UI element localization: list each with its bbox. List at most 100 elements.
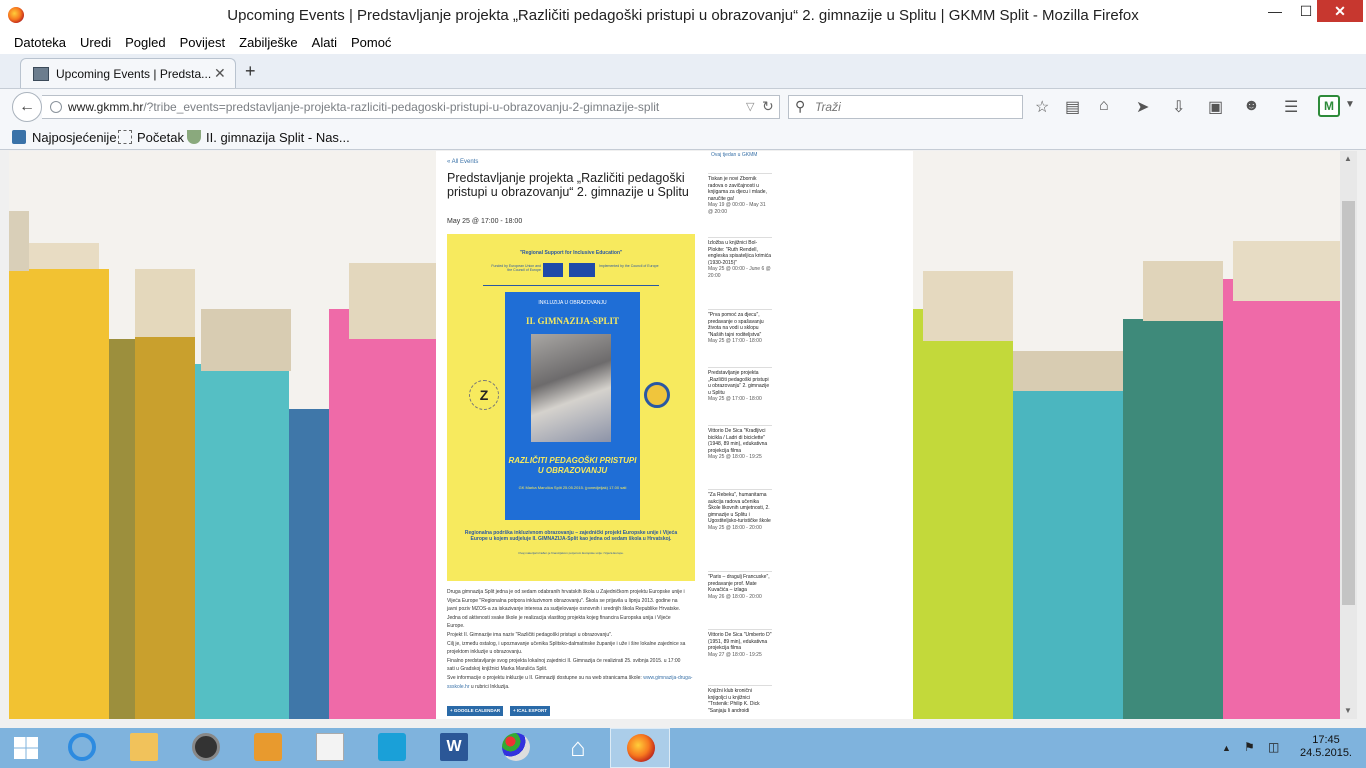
chat-icon[interactable]: ☻ [1243,97,1260,115]
sidebar-event[interactable]: Tiskan je novi Zbornik radova o zavičajn… [708,173,772,215]
poster-blue-panel: INKLUZIJA U OBRAZOVANJU II. GIMNAZIJA-SP… [505,292,640,520]
poster-fine-print: Ovaj materijal izrađen je financijskom p… [518,551,624,555]
bookmarks-toolbar: Najposjećenije Početak II. gimnazija Spl… [0,124,1366,150]
chevron-down-icon[interactable]: ▼ [1345,99,1355,110]
event-title: Predstavljanje projekta „Različiti pedag… [447,171,689,199]
search-bar[interactable]: ⚲ Traži [788,95,1023,119]
sidebar-event[interactable]: Knjižni klub kronični knjigoljci u knjiž… [708,685,772,714]
sidebar-event-title: "Za Rebeku", humanitarna aukcija radova … [708,492,771,524]
menu-bar: Datoteka Uredi Pogled Povijest Zabilješke Ala… [0,30,1366,54]
folder-icon[interactable]: ▣ [1208,97,1223,117]
tray-expand-icon[interactable]: ▲ [1222,743,1231,753]
download-icon[interactable]: ⇩ [1172,97,1185,117]
home-icon[interactable]: ⌂ [1099,97,1109,115]
addon-shield-icon[interactable]: M [1318,95,1340,117]
bookmark-gimnazija[interactable]: II. gimnazija Split - Nas... [206,130,350,145]
sidebar-event-date: May 25 @ 00:00 - June 6 @ 20:00 [708,266,771,279]
url-path: /?tribe_events=predstavljanje-projekta-r… [143,100,660,114]
menu-pogled[interactable]: Pogled [125,30,165,50]
body-line: projektom inkluzije u obrazovanju. [447,649,523,656]
internet-explorer-icon [68,733,96,761]
clock-date: 24.5.2015. [1300,747,1352,759]
body-line-last: Sve informacije o projektu inkluzije u I… [447,674,695,691]
taskbar-word[interactable]: W [424,728,484,768]
scroll-down-icon[interactable]: ▼ [1344,706,1352,715]
navigation-bar: ← www.gkmm.hr/?tribe_events=predstavljan… [0,88,1366,124]
taskbar-home[interactable]: ⌂ [548,728,608,768]
scroll-up-icon[interactable]: ▲ [1344,154,1352,163]
poster-inclusion-label: INKLUZIJA U OBRAZOVANJU [538,300,607,306]
taskbar-notes[interactable] [238,728,298,768]
taskbar-pdf[interactable] [300,728,360,768]
new-tab-button[interactable]: + [245,61,256,82]
body-line: Finalno predstavljanje svog projekta lok… [447,657,681,664]
taskbar-clock[interactable]: 17:45 24.5.2015. [1296,734,1356,760]
back-button[interactable]: ← [12,92,42,122]
tab-upcoming-events[interactable]: Upcoming Events | Predsta... ✕ [20,58,236,88]
url-text[interactable]: www.gkmm.hr/?tribe_events=predstavljanje… [68,100,659,114]
google-calendar-button[interactable]: + GOOGLE CALENDAR [447,706,504,716]
vertical-scrollbar[interactable]: ▲ ▼ [1340,151,1357,719]
menu-datoteka[interactable]: Datoteka [14,30,66,50]
tab-close-icon[interactable]: ✕ [214,65,226,82]
title-bar: Upcoming Events | Predstavljanje projekt… [0,0,1366,30]
body-line: Cilj je, između ostalog, i upoznavanje u… [447,640,686,647]
search-placeholder: Traži [815,100,841,114]
taskbar-store[interactable] [362,728,422,768]
bookmark-najposjecenije[interactable]: Najposjećenije [32,130,117,145]
taskbar-firefox[interactable] [610,728,670,768]
tray-security-icon[interactable]: ⚑ [1244,740,1255,754]
reload-icon[interactable]: ↻ [762,98,774,115]
send-icon[interactable]: ➤ [1136,97,1149,117]
reading-list-icon[interactable]: ▤ [1065,97,1080,117]
sidebar-event[interactable]: Vittorio De Sica "Kradljivci bicikla / L… [708,425,772,461]
notes-icon [254,733,282,761]
menu-zabiljeske[interactable]: Zabilješke [239,30,298,50]
taskbar-paint[interactable] [486,728,546,768]
start-button[interactable] [0,728,60,768]
menu-alati[interactable]: Alati [312,30,337,50]
sidebar-event[interactable]: "Za Rebeku", humanitarna aukcija radova … [708,489,772,531]
book-page [135,269,195,337]
ical-export-button[interactable]: + ICAL EXPORT [510,706,551,716]
book-page [9,211,29,271]
events-sidebar: Ovaj tjedan u GKMM Tiskan je novi Zborni… [706,151,776,719]
sidebar-event[interactable]: Vittorio De Sica "Umberto D" (1951, 89 m… [708,629,772,658]
menu-pomoc[interactable]: Pomoć [351,30,391,50]
sidebar-event-title: Tiskan je novi Zbornik radova o zavičajn… [708,176,767,202]
menu-uredi[interactable]: Uredi [80,30,111,50]
taskbar-media[interactable] [176,728,236,768]
poster-photo [531,334,611,442]
maximize-button[interactable]: ☐ [1292,0,1320,22]
sidebar-event[interactable]: Predstavljanje projekta „Različiti pedag… [708,367,772,403]
taskbar-internet-explorer[interactable] [52,728,112,768]
globe-icon[interactable] [50,101,62,113]
taskbar-file-explorer[interactable] [114,728,174,768]
url-dropdown-icon[interactable]: ▽ [746,100,754,113]
sidebar-event-date: May 25 @ 17:00 - 18:00 [708,338,762,344]
bookmark-star-icon[interactable]: ☆ [1035,97,1049,117]
pdf-icon [316,733,344,761]
close-button[interactable]: ✕ [1317,0,1363,22]
sidebar-header[interactable]: Ovaj tjedan u GKMM [711,152,757,158]
sidebar-event-title: "Prva pomoć za djecu", predavanje o spaš… [708,312,764,338]
sidebar-event[interactable]: "Prva pomoć za djecu", predavanje o spaš… [708,309,772,345]
sidebar-event-date: May 25 @ 18:00 - 20:00 [708,524,762,531]
sidebar-event[interactable]: Izložba u knjižnici Bol-Plokite: "Ruth R… [708,237,772,279]
book-page [1143,261,1223,321]
book-page [923,271,1013,341]
eu-flag-icon [543,263,563,277]
page-viewport: « All Events Predstavljanje projekta „Ra… [9,151,1340,719]
minimize-button[interactable]: — [1260,0,1290,22]
all-events-link[interactable]: « All Events [447,159,478,165]
scroll-thumb[interactable] [1342,201,1355,605]
sidebar-event[interactable]: "Paris – dragulj Francuske", predavanje … [708,571,772,600]
tray-network-icon[interactable]: ◫ [1268,740,1279,754]
menu-hamburger-icon[interactable]: ☰ [1284,97,1298,117]
body-line: sati u Gradskoj knjižnici Marka Marulića… [447,666,548,673]
sidebar-event-title: Vittorio De Sica "Kradljivci bicikla / L… [708,428,768,454]
tab-label: Upcoming Events | Predsta... [56,67,212,81]
bookmark-pocetak[interactable]: Početak [137,130,184,145]
url-bar[interactable]: www.gkmm.hr/?tribe_events=predstavljanje… [42,95,780,119]
menu-povijest[interactable]: Povijest [180,30,226,50]
